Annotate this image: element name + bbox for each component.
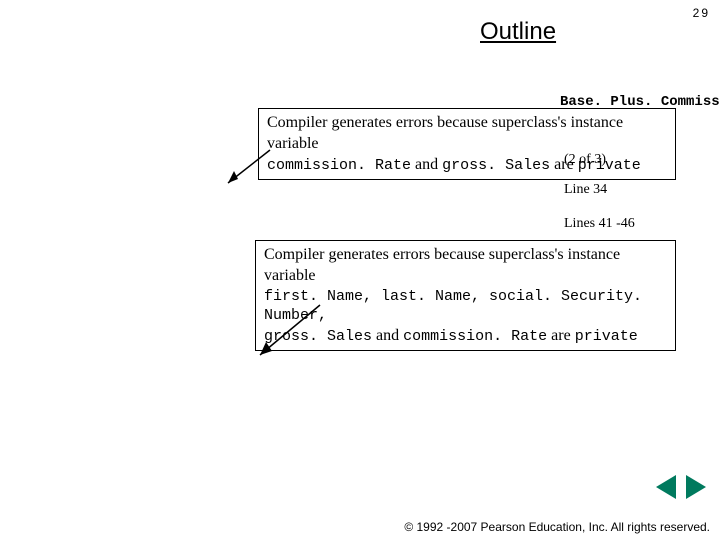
next-slide-button[interactable] [686,475,706,499]
page-number: 29 [693,6,710,20]
callout-box-1: Compiler generates errors because superc… [258,108,676,180]
prev-slide-button[interactable] [656,475,676,499]
arrow-2 [250,300,330,370]
callout1-line2: commission. Rate and gross. Sales are pr… [267,155,667,176]
callout1-line1: Compiler generates errors because superc… [267,113,667,155]
callout2-code-c: private [575,328,638,345]
callout2-line1: Compiler generates errors because superc… [264,245,667,287]
nav-controls [650,475,706,504]
ref-pages: (2 of 3) [564,152,606,168]
arrow-1 [220,145,280,195]
page-title: Outline [480,18,556,46]
callout2-mid1: and [372,327,403,344]
callout2-code-b: commission. Rate [403,328,547,345]
copyright: © 1992 -2007 Pearson Education, Inc. All… [404,520,710,534]
ref-line-a: Line 34 [564,182,607,198]
ref-line-b: Lines 41 -46 [564,216,635,232]
callout1-mid1: and [411,156,442,173]
callout1-code-a: commission. Rate [267,157,411,174]
callout2-mid2: are [547,327,575,344]
callout1-code-b: gross. Sales [442,157,550,174]
